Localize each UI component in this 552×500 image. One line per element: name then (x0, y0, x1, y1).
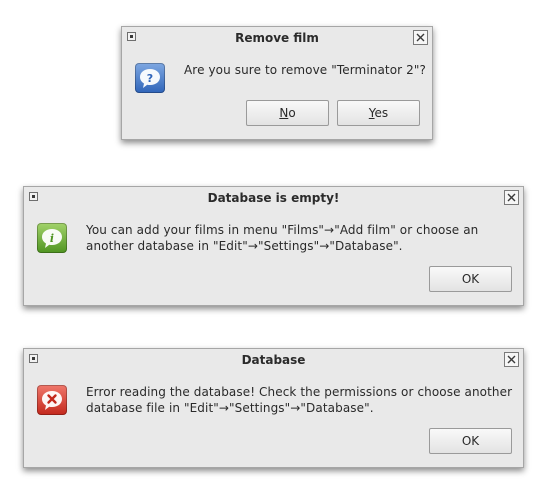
question-icon: ? (135, 63, 165, 93)
close-icon[interactable] (413, 30, 428, 45)
titlebar: Remove film (122, 27, 432, 51)
yes-button[interactable]: Yes (337, 100, 420, 126)
dialog-message: You can add your films in menu "Films"→"… (86, 222, 516, 254)
message-line: You can add your films in menu "Films"→"… (86, 223, 479, 237)
no-button[interactable]: No (246, 100, 329, 126)
remove-film-dialog: Remove film ? Are you sure to remove "Te… (121, 26, 433, 140)
dialog-message: Error reading the database! Check the pe… (86, 384, 516, 416)
message-line: Error reading the database! Check the pe… (86, 385, 513, 399)
titlebar: Database is empty! (24, 187, 523, 211)
dialog-title: Remove film (235, 31, 319, 45)
close-icon[interactable] (504, 190, 519, 205)
info-icon: i (37, 223, 67, 253)
titlebar: Database (24, 349, 523, 373)
button-label: es (374, 106, 389, 120)
button-label: o (288, 106, 296, 120)
svg-text:?: ? (147, 72, 153, 85)
error-icon (37, 385, 67, 415)
message-line: Are you sure to remove "Terminator 2"? (184, 63, 426, 77)
message-line: another database in "Edit"→"Settings"→"D… (86, 239, 403, 253)
ok-button[interactable]: OK (429, 428, 512, 454)
ok-button[interactable]: OK (429, 266, 512, 292)
dialog-title: Database (241, 353, 306, 367)
mnemonic: N (279, 106, 289, 120)
message-line: database file in "Edit"→"Settings"→"Data… (86, 401, 374, 415)
database-error-dialog: Database Error reading the database! Che… (23, 348, 524, 468)
dialog-message: Are you sure to remove "Terminator 2"? (184, 62, 429, 78)
svg-text:i: i (50, 232, 54, 245)
dialog-title: Database is empty! (207, 191, 340, 205)
database-empty-dialog: Database is empty! i You can add your fi… (23, 186, 524, 306)
close-icon[interactable] (504, 352, 519, 367)
